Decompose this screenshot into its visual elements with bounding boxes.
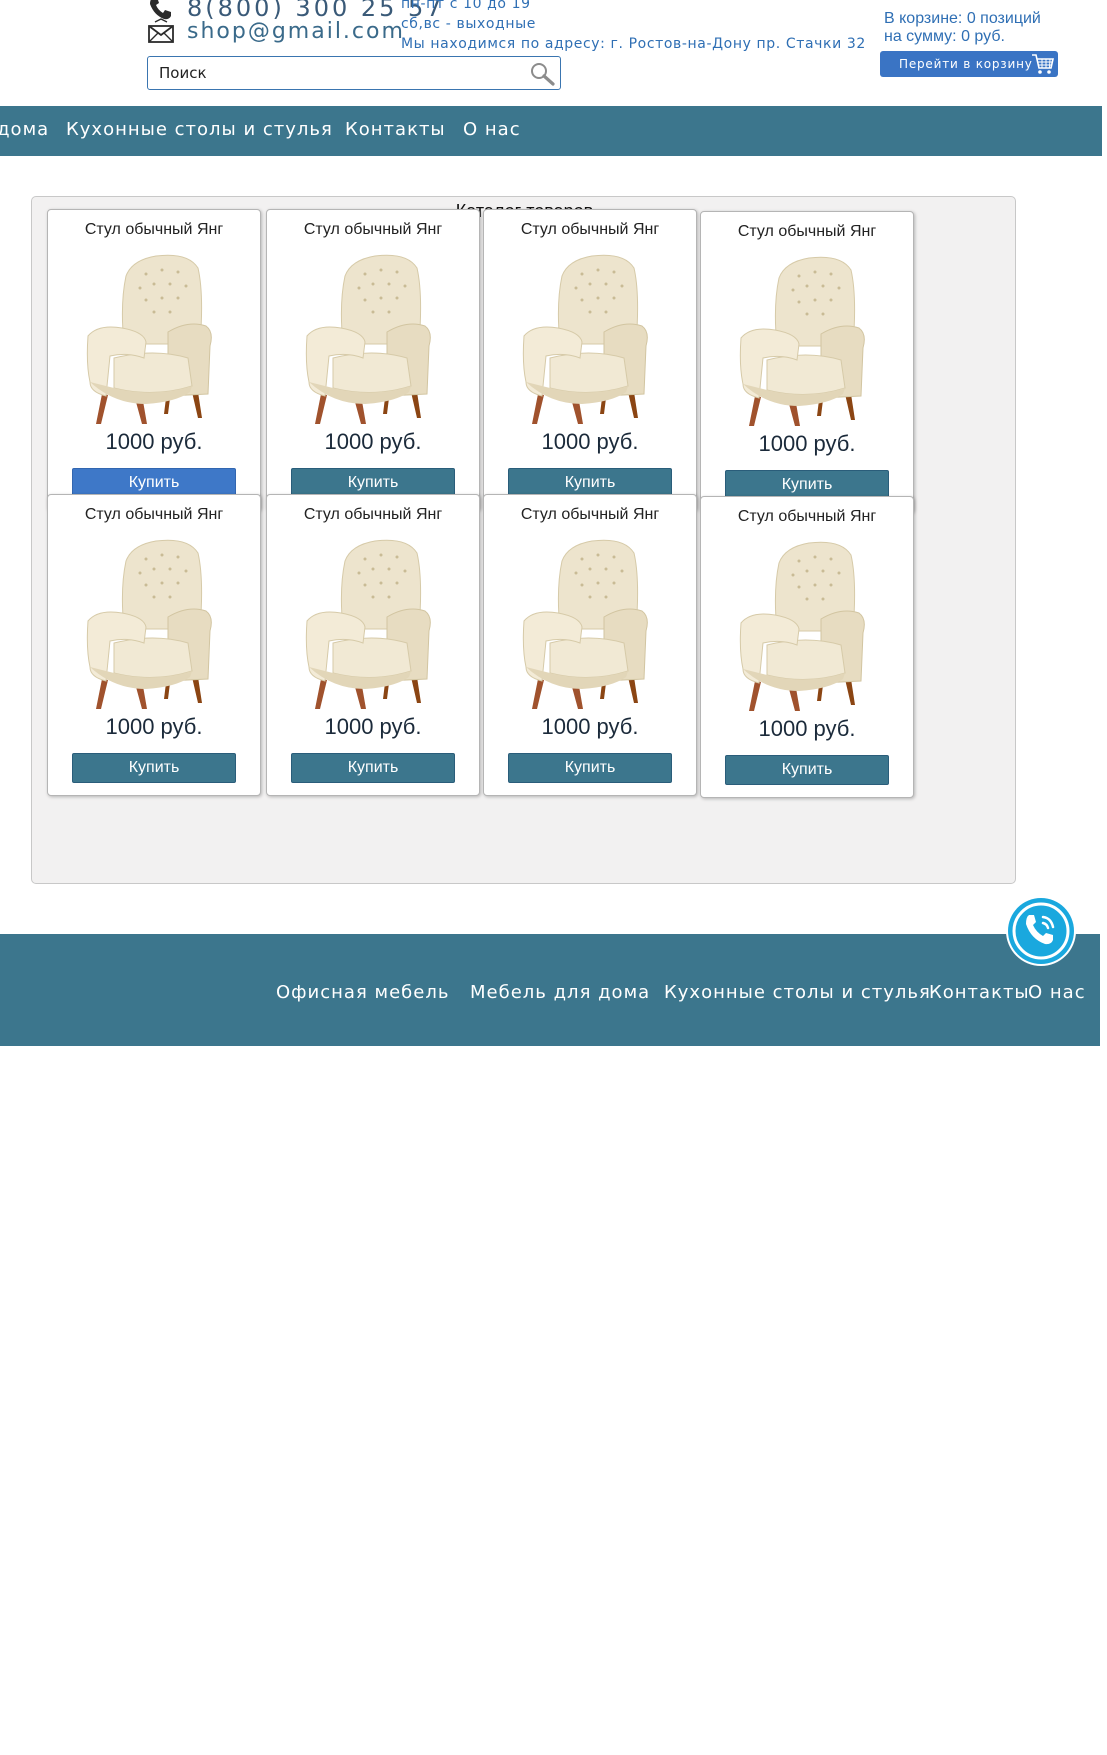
product-card: Стул обычный Янг 1000 руб. Купить [47,494,261,796]
product-card: Стул обычный Янг 1000 руб. Купить [266,209,480,511]
catalog-panel: Каталог товаров Стул обычный Янг 1000 ру… [31,196,1016,884]
product-price: 1000 руб. [758,716,856,741]
armchair-image[interactable] [84,254,224,424]
address: Мы находимся по адресу: г. Ростов-на-Дон… [401,36,866,52]
footer-item-home[interactable]: Мебель для дома [470,982,650,1003]
armchair-image[interactable] [737,256,877,426]
product-card: Стул обычный Янг 1000 руб. Купить [47,209,261,511]
buy-button[interactable]: Купить [508,753,672,783]
armchair-image[interactable] [303,254,443,424]
working-hours: пн-пт с 10 до 19 сб,вс - выходные Мы нах… [401,0,866,54]
footer-item-kitchen[interactable]: Кухонные столы и стулья [664,982,931,1003]
armchair-image[interactable] [303,539,443,709]
armchair-image[interactable] [84,539,224,709]
nav-item-contacts[interactable]: Контакты [345,119,446,140]
search-icon[interactable] [528,61,556,87]
product-name[interactable]: Стул обычный Янг [48,506,260,524]
armchair-image[interactable] [520,539,660,709]
hours-weekdays: пн-пт с 10 до 19 [401,0,531,12]
product-card: Стул обычный Янг 1000 руб. Купить [266,494,480,796]
product-name[interactable]: Стул обычный Янг [267,506,479,524]
product-name[interactable]: Стул обычный Янг [48,221,260,239]
go-to-cart-button[interactable]: Перейти в корзину [880,51,1058,77]
product-price: 1000 руб. [758,431,856,456]
main-nav: Мебель для дома Кухонные столы и стулья … [0,106,1102,156]
buy-button[interactable]: Купить [291,753,455,783]
cart-count: В корзине: 0 позиций [884,10,1041,27]
product-price: 1000 руб. [105,429,203,454]
nav-item-kitchen[interactable]: Кухонные столы и стулья [66,119,333,140]
product-price: 1000 руб. [324,429,422,454]
product-card: Стул обычный Янг 1000 руб. Купить [483,494,697,796]
product-price: 1000 руб. [105,714,203,739]
hours-weekend: сб,вс - выходные [401,16,536,32]
nav-item-about[interactable]: О нас [463,119,521,140]
footer-item-about[interactable]: О нас [1028,982,1086,1003]
search-box [147,56,561,90]
product-price: 1000 руб. [324,714,422,739]
footer-item-office[interactable]: Офисная мебель [276,982,449,1003]
buy-button[interactable]: Купить [725,755,889,785]
product-name[interactable]: Стул обычный Янг [484,221,696,239]
product-name[interactable]: Стул обычный Янг [484,506,696,524]
buy-button[interactable]: Купить [72,753,236,783]
email-address[interactable]: shop@gmail.com [187,18,405,46]
product-name[interactable]: Стул обычный Янг [267,221,479,239]
cart-icon [1032,54,1054,74]
product-name[interactable]: Стул обычный Янг [701,223,913,241]
email-row: shop@gmail.com [147,18,405,46]
cart-info: В корзине: 0 позиций на сумму: 0 руб. [884,10,1041,46]
page: 8(800) 300 25 57 shop@gmail.com пн-пт с … [0,0,1107,1755]
go-to-cart-label: Перейти в корзину [899,57,1033,71]
footer-item-contacts[interactable]: Контакты [929,982,1030,1003]
product-name[interactable]: Стул обычный Янг [701,508,913,526]
product-price: 1000 руб. [541,429,639,454]
search-input[interactable] [159,63,499,83]
mail-icon [148,18,174,43]
product-card: Стул обычный Янг 1000 руб. Купить [483,209,697,511]
call-icon[interactable] [1005,895,1077,967]
product-price: 1000 руб. [541,714,639,739]
armchair-image[interactable] [520,254,660,424]
nav-item-home-furniture[interactable]: Мебель для дома [0,119,49,140]
product-card: Стул обычный Янг 1000 руб. Купить [700,496,914,798]
footer: Офисная мебель Мебель для дома Кухонные … [0,934,1100,1046]
cart-sum: на сумму: 0 руб. [884,28,1005,45]
armchair-image[interactable] [737,541,877,711]
product-card: Стул обычный Янг 1000 руб. Купить [700,211,914,513]
